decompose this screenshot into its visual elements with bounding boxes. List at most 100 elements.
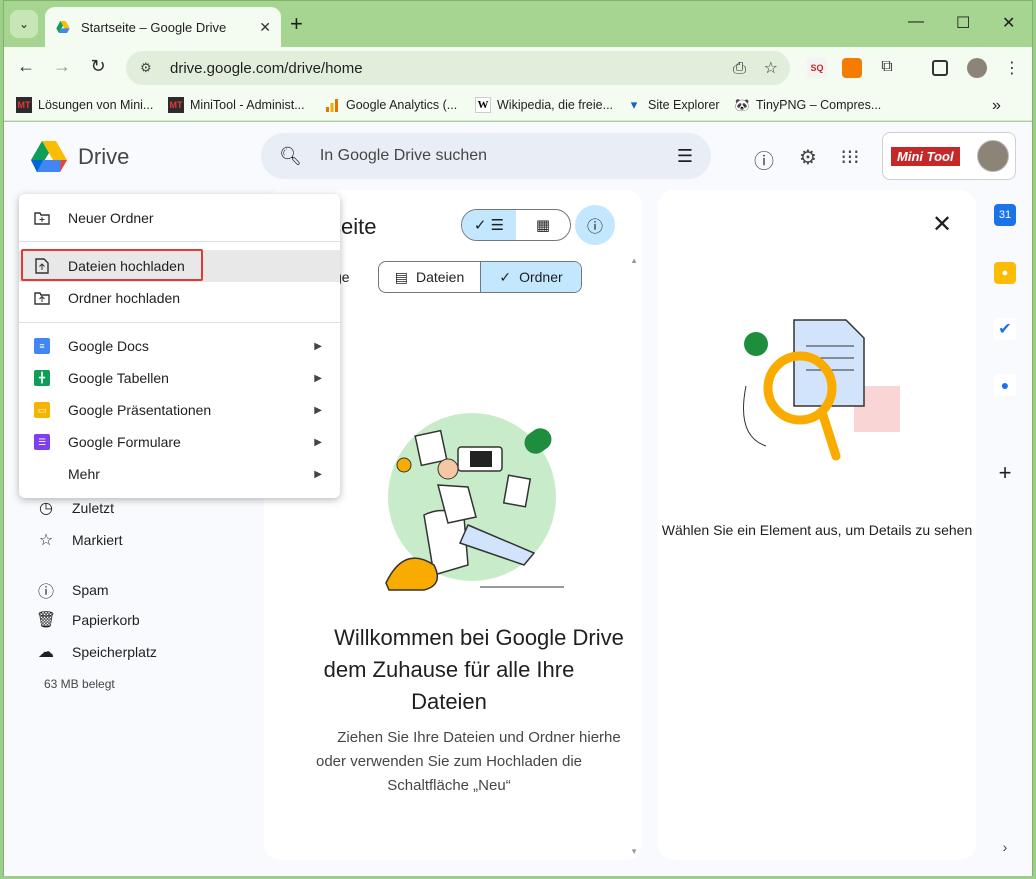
submenu-arrow-icon: ▶ xyxy=(314,340,322,352)
menu-item-google-forms[interactable]: ☰ Google Formulare ▶ xyxy=(19,426,340,458)
submenu-arrow-icon: ▶ xyxy=(314,468,322,480)
scroll-down-icon[interactable]: ▼ xyxy=(630,847,638,856)
nav-item-starred[interactable]: ☆ Markiert xyxy=(34,530,123,550)
welcome-title: Willkommen bei Google Drive dem Zuhause … xyxy=(323,625,624,714)
close-tab-icon[interactable]: ✕ xyxy=(259,19,271,36)
contacts-icon[interactable]: ● xyxy=(994,374,1016,396)
bookmark-item[interactable]: W Wikipedia, die freie... xyxy=(475,97,613,113)
address-bar[interactable]: ⚙ drive.google.com/drive/home ⎙ ☆ xyxy=(126,51,790,85)
menu-item-upload-folder[interactable]: Ordner hochladen xyxy=(19,282,340,314)
star-icon: ☆ xyxy=(38,532,54,549)
drive-search-input[interactable]: 🔍︎ In Google Drive suchen ☰ xyxy=(261,133,711,179)
minitool-logo: Mini Tool xyxy=(891,146,960,166)
chip-files[interactable]: ▤ Dateien xyxy=(379,262,481,292)
welcome-illustration xyxy=(385,413,564,591)
reload-icon[interactable]: ↻ xyxy=(86,56,110,77)
search-placeholder: In Google Drive suchen xyxy=(319,147,488,164)
highlight-box xyxy=(21,249,203,281)
forms-icon: ☰ xyxy=(34,434,50,450)
browser-menu-icon[interactable]: ⋮ xyxy=(1002,58,1022,78)
nav-item-spam[interactable]: ⓘ Spam xyxy=(34,578,109,602)
filter-chips: ▤ Dateien ✓ Ordner xyxy=(378,261,582,293)
analytics-extension-icon[interactable] xyxy=(842,58,862,78)
chip-folders[interactable]: ✓ Ordner xyxy=(481,262,581,292)
grid-view-button[interactable]: ▦ xyxy=(516,210,570,240)
tab-search-button[interactable]: ⌄ xyxy=(10,10,38,38)
slides-icon: ▭ xyxy=(34,402,50,418)
drive-favicon-icon xyxy=(56,21,70,33)
tab-bar: ⌄ Startseite – Google Drive ✕ + — ☐ ✕ xyxy=(4,1,1032,47)
bookmarks-bar: MT Lösungen von Mini... MT MiniTool - Ad… xyxy=(4,89,1032,121)
details-empty-message: Wählen Sie ein Element aus, um Details z… xyxy=(661,522,973,538)
bookmark-item[interactable]: MT Lösungen von Mini... xyxy=(16,97,153,113)
sidepanel-icon[interactable] xyxy=(932,60,948,76)
menu-divider xyxy=(19,241,340,242)
minimize-icon[interactable]: — xyxy=(908,13,924,31)
help-icon[interactable]: ⓘ xyxy=(752,145,776,174)
maximize-icon[interactable]: ☐ xyxy=(956,13,970,33)
submenu-arrow-icon: ▶ xyxy=(314,436,322,448)
view-toggle[interactable]: ✓ ☰ ▦ xyxy=(461,209,571,241)
more-bookmarks-icon[interactable]: » xyxy=(992,97,1001,115)
profile-avatar-icon[interactable] xyxy=(967,58,987,78)
close-details-icon[interactable]: ✕ xyxy=(932,210,952,239)
sheets-icon: ╋ xyxy=(34,370,50,386)
bookmark-item[interactable]: MT MiniTool - Administ... xyxy=(168,97,305,113)
keep-icon[interactable]: ● xyxy=(994,262,1016,284)
settings-gear-icon[interactable]: ⚙ xyxy=(796,145,820,170)
seoquake-extension-icon[interactable]: SQ xyxy=(807,58,827,78)
extensions-puzzle-icon[interactable]: ⧉ xyxy=(877,58,897,78)
back-icon[interactable]: ← xyxy=(14,56,38,77)
drive-logo-icon xyxy=(31,141,67,172)
bookmark-item[interactable]: ▾ Site Explorer xyxy=(626,97,720,113)
list-view-button[interactable]: ✓ ☰ xyxy=(462,210,516,240)
expand-panel-icon[interactable]: › xyxy=(994,836,1016,858)
site-explorer-icon: ▾ xyxy=(630,97,638,112)
nav-item-trash[interactable]: 🗑︎ Papierkorb xyxy=(34,610,140,630)
search-icon[interactable]: 🔍︎ xyxy=(279,146,302,167)
file-icon: ▤ xyxy=(394,268,408,285)
analytics-icon xyxy=(324,97,340,113)
install-app-icon[interactable]: ⎙ xyxy=(733,60,746,77)
new-tab-icon[interactable]: + xyxy=(290,11,303,37)
new-menu: Neuer Ordner Dateien hochladen Ordner ho… xyxy=(19,194,340,498)
check-icon: ✓ xyxy=(499,268,512,285)
bookmark-item[interactable]: 🐼 TinyPNG – Compres... xyxy=(734,97,882,113)
docs-icon: ≡ xyxy=(34,338,50,354)
search-options-icon[interactable]: ☰ xyxy=(677,146,693,167)
drive-logo[interactable]: Drive xyxy=(30,140,129,174)
menu-item-google-slides[interactable]: ▭ Google Präsentationen ▶ xyxy=(19,394,340,426)
nav-item-storage[interactable]: ☁︎ Speicherplatz xyxy=(34,642,157,662)
bookmark-star-icon[interactable]: ☆ xyxy=(764,60,778,77)
new-folder-icon xyxy=(34,210,50,226)
tasks-icon[interactable]: ✔ xyxy=(994,318,1016,340)
browser-toolbar: ← → ↻ ⚙ drive.google.com/drive/home ⎙ ☆ … xyxy=(4,47,1032,89)
site-info-icon[interactable]: ⚙ xyxy=(140,60,164,76)
minitool-icon: MT xyxy=(16,97,32,113)
apps-grid-icon[interactable]: ⁝⁝⁝ xyxy=(838,145,862,170)
account-button[interactable]: Mini Tool xyxy=(882,132,1016,180)
avatar xyxy=(977,140,1009,172)
tab-title: Startseite – Google Drive xyxy=(81,19,227,35)
minitool-icon: MT xyxy=(168,97,184,113)
add-addon-icon[interactable]: + xyxy=(994,460,1016,485)
tab-drive[interactable]: Startseite – Google Drive ✕ xyxy=(45,7,281,47)
app-name: Drive xyxy=(78,144,130,169)
clock-icon: ◷ xyxy=(39,500,53,517)
scroll-up-icon[interactable]: ▲ xyxy=(630,256,638,265)
bookmark-item[interactable]: Google Analytics (... xyxy=(324,97,457,113)
folder-upload-icon xyxy=(34,290,50,306)
details-panel: ✕ Wählen Sie ein Element aus, um Details… xyxy=(658,190,976,860)
close-window-icon[interactable]: ✕ xyxy=(1002,13,1015,33)
menu-item-google-docs[interactable]: ≡ Google Docs ▶ xyxy=(19,330,340,362)
nav-item-recent[interactable]: ◷ Zuletzt xyxy=(34,498,114,518)
details-illustration xyxy=(743,319,900,461)
spam-icon: ⓘ xyxy=(37,584,54,601)
menu-item-google-sheets[interactable]: ╋ Google Tabellen ▶ xyxy=(19,362,340,394)
calendar-icon[interactable]: 31 xyxy=(994,204,1016,226)
details-info-button[interactable]: ⓘ xyxy=(575,205,615,245)
menu-item-new-folder[interactable]: Neuer Ordner xyxy=(19,202,340,234)
forward-icon[interactable]: → xyxy=(50,56,74,77)
menu-item-more[interactable]: Mehr ▶ xyxy=(19,458,340,490)
tinypng-icon: 🐼 xyxy=(734,98,750,112)
